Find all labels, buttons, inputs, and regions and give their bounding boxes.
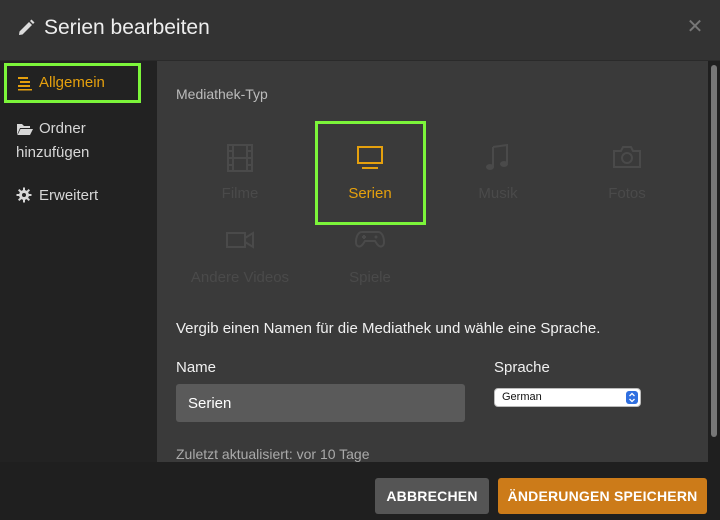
- type-label: Fotos: [608, 185, 646, 202]
- sidebar-item-label: Allgemein: [39, 74, 105, 91]
- video-camera-icon: [185, 227, 295, 257]
- chevron-updown-icon: [626, 391, 638, 404]
- last-updated-text: Zuletzt aktualisiert: vor 10 Tage: [176, 446, 370, 462]
- type-label: Andere Videos: [190, 269, 290, 286]
- name-label: Name: [176, 359, 217, 376]
- type-tile-games[interactable]: Spiele: [315, 209, 425, 309]
- gear-icon: [16, 187, 32, 207]
- sidebar-item-add-folder[interactable]: Ordner hinzufügen: [0, 117, 157, 167]
- library-description: Vergib einen Namen für die Mediathek und…: [176, 320, 601, 337]
- film-icon: [185, 143, 295, 173]
- close-icon[interactable]: ✕: [684, 16, 706, 38]
- sidebar-item-label: hinzufügen: [16, 144, 90, 161]
- type-label: Musik: [478, 185, 518, 202]
- music-note-icon: [443, 143, 553, 173]
- folder-open-icon: [16, 121, 34, 141]
- dialog-header: Serien bearbeiten ✕: [0, 0, 720, 61]
- language-selected-value: German: [502, 391, 542, 403]
- sidebar-item-advanced[interactable]: Erweitert: [0, 184, 157, 208]
- language-label: Sprache: [494, 359, 550, 376]
- sidebar-item-label: Ordner: [39, 120, 86, 137]
- camera-icon: [572, 143, 682, 173]
- list-icon: [17, 75, 33, 95]
- type-tile-other-videos[interactable]: Andere Videos: [185, 209, 295, 309]
- type-label: Spiele: [349, 269, 391, 286]
- scrollbar-thumb[interactable]: [711, 65, 717, 437]
- sidebar: Allgemein Ordner hinzufügen Erweitert: [0, 61, 157, 462]
- type-label: Filme: [221, 185, 259, 202]
- pencil-icon: [16, 18, 36, 38]
- scrollbar[interactable]: [708, 61, 720, 462]
- type-tile-music[interactable]: Musik: [443, 125, 553, 225]
- sidebar-item-general[interactable]: Allgemein: [4, 63, 141, 103]
- cancel-button[interactable]: ABBRECHEN: [375, 478, 489, 514]
- language-select[interactable]: German: [494, 388, 641, 407]
- sidebar-item-label: Erweitert: [39, 187, 99, 204]
- library-type-label: Mediathek-Typ: [176, 86, 268, 102]
- type-tile-photos[interactable]: Fotos: [572, 125, 682, 225]
- gamepad-icon: [315, 227, 425, 257]
- library-name-input[interactable]: [176, 384, 465, 422]
- dialog-title: Serien bearbeiten: [44, 16, 210, 39]
- save-changes-button[interactable]: ÄNDERUNGEN SPEICHERN: [498, 478, 707, 514]
